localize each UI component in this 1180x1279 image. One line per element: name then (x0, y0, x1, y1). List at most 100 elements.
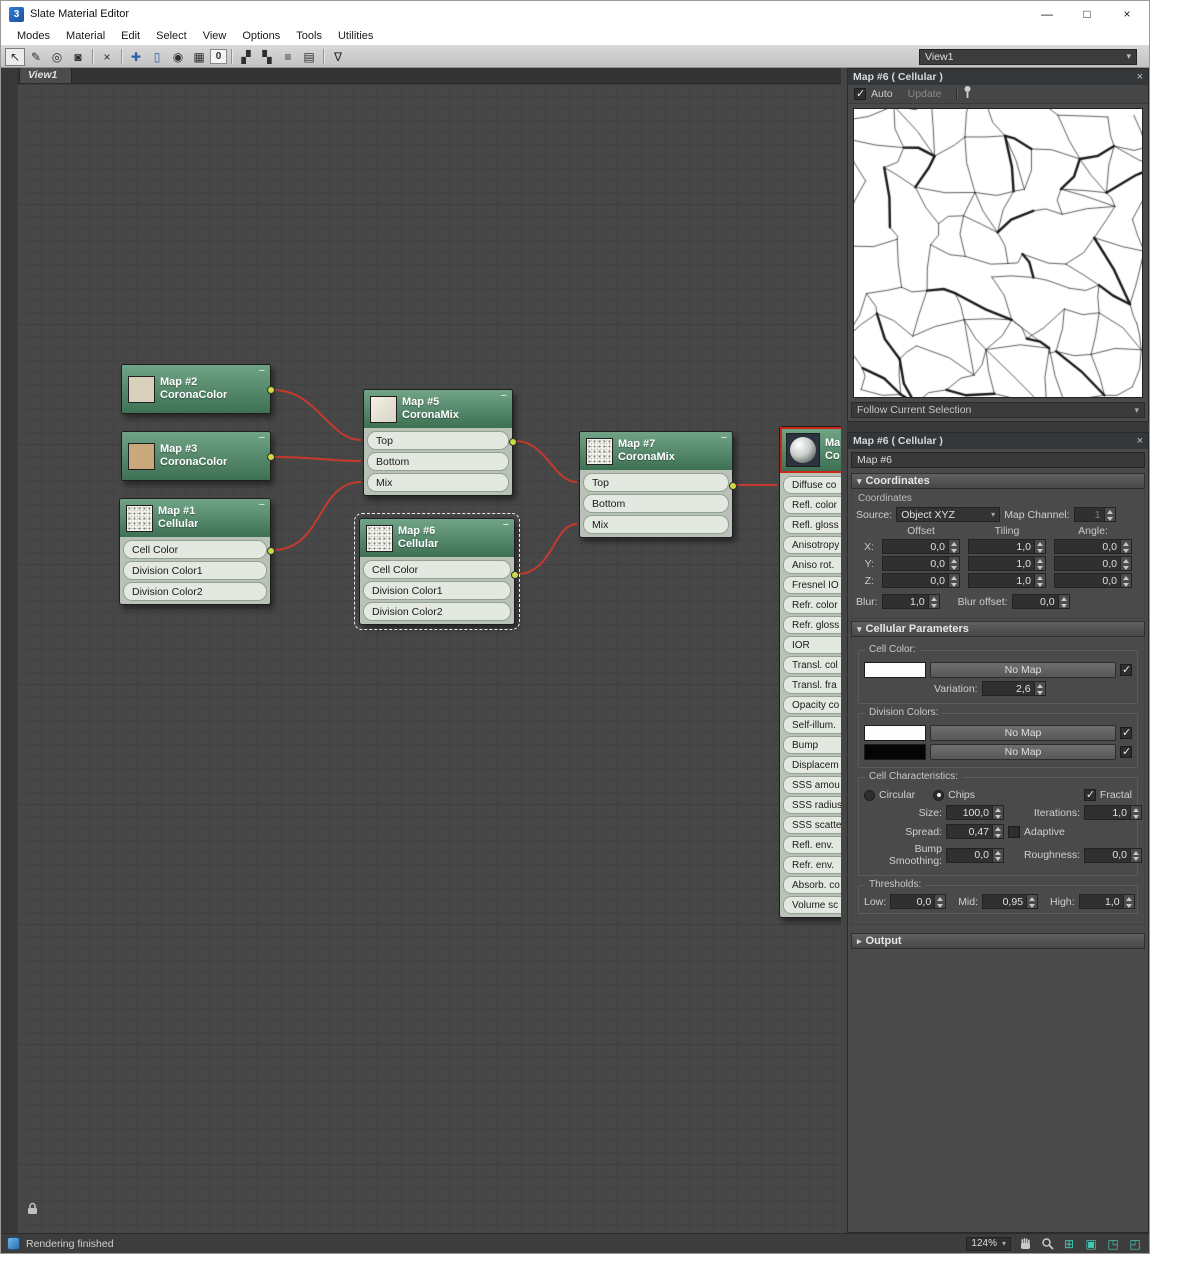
pan-hand-icon[interactable] (1017, 1236, 1033, 1251)
cellular-parameters-rollout-header[interactable]: Cellular Parameters (851, 621, 1145, 637)
tiling-spinner[interactable]: 1,0 (968, 556, 1046, 571)
spinner-arrows[interactable] (1034, 540, 1045, 553)
input-slot[interactable]: SSS radius (783, 796, 841, 814)
output-rollout-header[interactable]: Output (851, 933, 1145, 949)
minimize-button[interactable]: — (1027, 2, 1067, 26)
input-slot[interactable]: Transl. fra (783, 676, 841, 694)
zoom-extents-selected-icon[interactable]: ◳ (1105, 1236, 1121, 1251)
division-color1-map-checkbox[interactable] (1120, 727, 1132, 739)
input-slot[interactable]: Self-illum. (783, 716, 841, 734)
division-color1-swatch[interactable] (864, 725, 926, 741)
division-color2-map-button[interactable]: No Map (930, 744, 1116, 760)
menu-item[interactable]: View (195, 28, 235, 44)
division-color2-map-checkbox[interactable] (1120, 746, 1132, 758)
input-slot[interactable]: Aniso rot. (783, 556, 841, 574)
input-slot[interactable]: Displacem (783, 756, 841, 774)
input-slot[interactable]: Transl. col (783, 656, 841, 674)
blur-spinner[interactable]: 1,0 (882, 594, 940, 609)
close-button[interactable]: × (1107, 2, 1147, 26)
node-header[interactable]: Map #1 Cellular (120, 499, 270, 537)
output-socket[interactable] (511, 571, 519, 579)
spinner-arrows[interactable] (948, 557, 959, 570)
tiling-spinner[interactable]: 1,0 (968, 539, 1046, 554)
high-spinner[interactable]: 1,0 (1079, 894, 1135, 909)
input-slot[interactable]: Volume sc (783, 896, 841, 914)
input-slot[interactable]: Top (583, 473, 729, 492)
input-slot[interactable]: Opacity co (783, 696, 841, 714)
move-children-icon[interactable]: ✚ (126, 48, 146, 66)
output-socket[interactable] (267, 547, 275, 555)
input-slot[interactable]: Refl. gloss (783, 516, 841, 534)
layout-children-icon[interactable]: ▞ (236, 48, 256, 66)
menu-item[interactable]: Material (58, 28, 113, 44)
input-slot[interactable]: Refr. gloss (783, 616, 841, 634)
output-socket[interactable] (267, 386, 275, 394)
source-dropdown[interactable]: Object XYZ ▾ (896, 507, 1000, 522)
update-button[interactable]: Update (898, 88, 952, 100)
wire-map6-to-map7-mix[interactable] (517, 524, 577, 574)
node-header[interactable]: Map #6 Cellular (360, 519, 514, 557)
spinner-arrows[interactable] (948, 540, 959, 553)
node-map3-coronacolor[interactable]: Map #3 CoronaColor (121, 431, 271, 481)
input-slot[interactable]: IOR (783, 636, 841, 654)
node-header[interactable]: Map #2 CoronaColor (122, 365, 270, 413)
division-color2-swatch[interactable] (864, 744, 926, 760)
menu-item[interactable]: Tools (288, 28, 330, 44)
input-slot[interactable]: Diffuse co (783, 476, 841, 494)
output-socket[interactable] (509, 438, 517, 446)
cell-color-map-button[interactable]: No Map (930, 662, 1116, 678)
pick-material-icon[interactable]: ✎ (26, 48, 46, 66)
blur-offset-spinner[interactable]: 0,0 (1012, 594, 1070, 609)
auto-checkbox[interactable] (854, 88, 866, 100)
spinner-arrows[interactable] (1058, 595, 1069, 608)
input-slot[interactable]: Division Color2 (123, 582, 267, 601)
show-material-in-viewport-icon[interactable]: ◉ (168, 48, 188, 66)
node-map7-coronamix[interactable]: Map #7 CoronaMix TopBottomMix (579, 431, 733, 538)
iterations-spinner[interactable]: 1,0 (1084, 805, 1142, 820)
angle-spinner[interactable]: 0,0 (1054, 539, 1132, 554)
zoom-region-icon[interactable]: ⊞ (1061, 1236, 1077, 1251)
layout-all-icon[interactable]: ▚ (257, 48, 277, 66)
node-header[interactable]: Map #5 CoronaMix (364, 390, 512, 428)
spinner-arrows[interactable] (992, 825, 1003, 838)
low-spinner[interactable]: 0,0 (890, 894, 946, 909)
spinner-arrows[interactable] (928, 595, 939, 608)
menu-item[interactable]: Options (234, 28, 288, 44)
collapse-icon[interactable] (501, 391, 507, 402)
spinner-arrows[interactable] (1034, 574, 1045, 587)
input-slot[interactable]: Bottom (367, 452, 509, 471)
input-slot[interactable]: Refl. env. (783, 836, 841, 854)
wire-map3-to-map5-bottom[interactable] (273, 457, 361, 461)
spinner-arrows[interactable] (1120, 540, 1131, 553)
spinner-arrows[interactable] (992, 849, 1003, 862)
lock-icon[interactable] (25, 1201, 40, 1221)
collapse-icon[interactable] (721, 433, 727, 444)
spinner-arrows[interactable] (934, 895, 945, 908)
spinner-arrows[interactable] (1034, 682, 1045, 695)
hide-unused-nodeslots-icon[interactable]: ▯ (147, 48, 167, 66)
collapse-icon[interactable] (259, 500, 265, 511)
input-slot[interactable]: Absorb. co (783, 876, 841, 894)
node-canvas[interactable]: Map #2 CoronaColor Map #3 CoronaColor (17, 84, 841, 1233)
put-material-to-scene-icon[interactable]: ◎ (47, 48, 67, 66)
angle-spinner[interactable]: 0,0 (1054, 556, 1132, 571)
node-header[interactable]: Ma Co (780, 427, 841, 473)
close-icon[interactable]: × (1137, 72, 1143, 83)
collapse-icon[interactable] (259, 433, 265, 444)
assign-material-icon[interactable]: ◙ (68, 48, 88, 66)
input-slot[interactable]: Top (367, 431, 509, 450)
spinner-arrows[interactable] (948, 574, 959, 587)
tiling-spinner[interactable]: 1,0 (968, 573, 1046, 588)
view-selector-dropdown[interactable]: View1 ▾ (919, 49, 1137, 65)
maximize-button[interactable]: □ (1067, 2, 1107, 26)
zoom-extents-icon[interactable]: ▣ (1083, 1236, 1099, 1251)
input-slot[interactable]: Division Color1 (363, 581, 511, 600)
spinner-arrows[interactable] (1130, 849, 1141, 862)
node-material-coronamtl[interactable]: Ma Co Diffuse coRefl. colorRefl. glossAn… (779, 426, 841, 918)
tab-view1[interactable]: View1 (19, 68, 72, 83)
offset-spinner[interactable]: 0,0 (882, 539, 960, 554)
bump-smoothing-spinner[interactable]: 0,0 (946, 848, 1004, 863)
map-name-field[interactable]: Map #6 (851, 452, 1145, 468)
input-slot[interactable]: SSS scatte (783, 816, 841, 834)
input-slot[interactable]: Refr. env. (783, 856, 841, 874)
